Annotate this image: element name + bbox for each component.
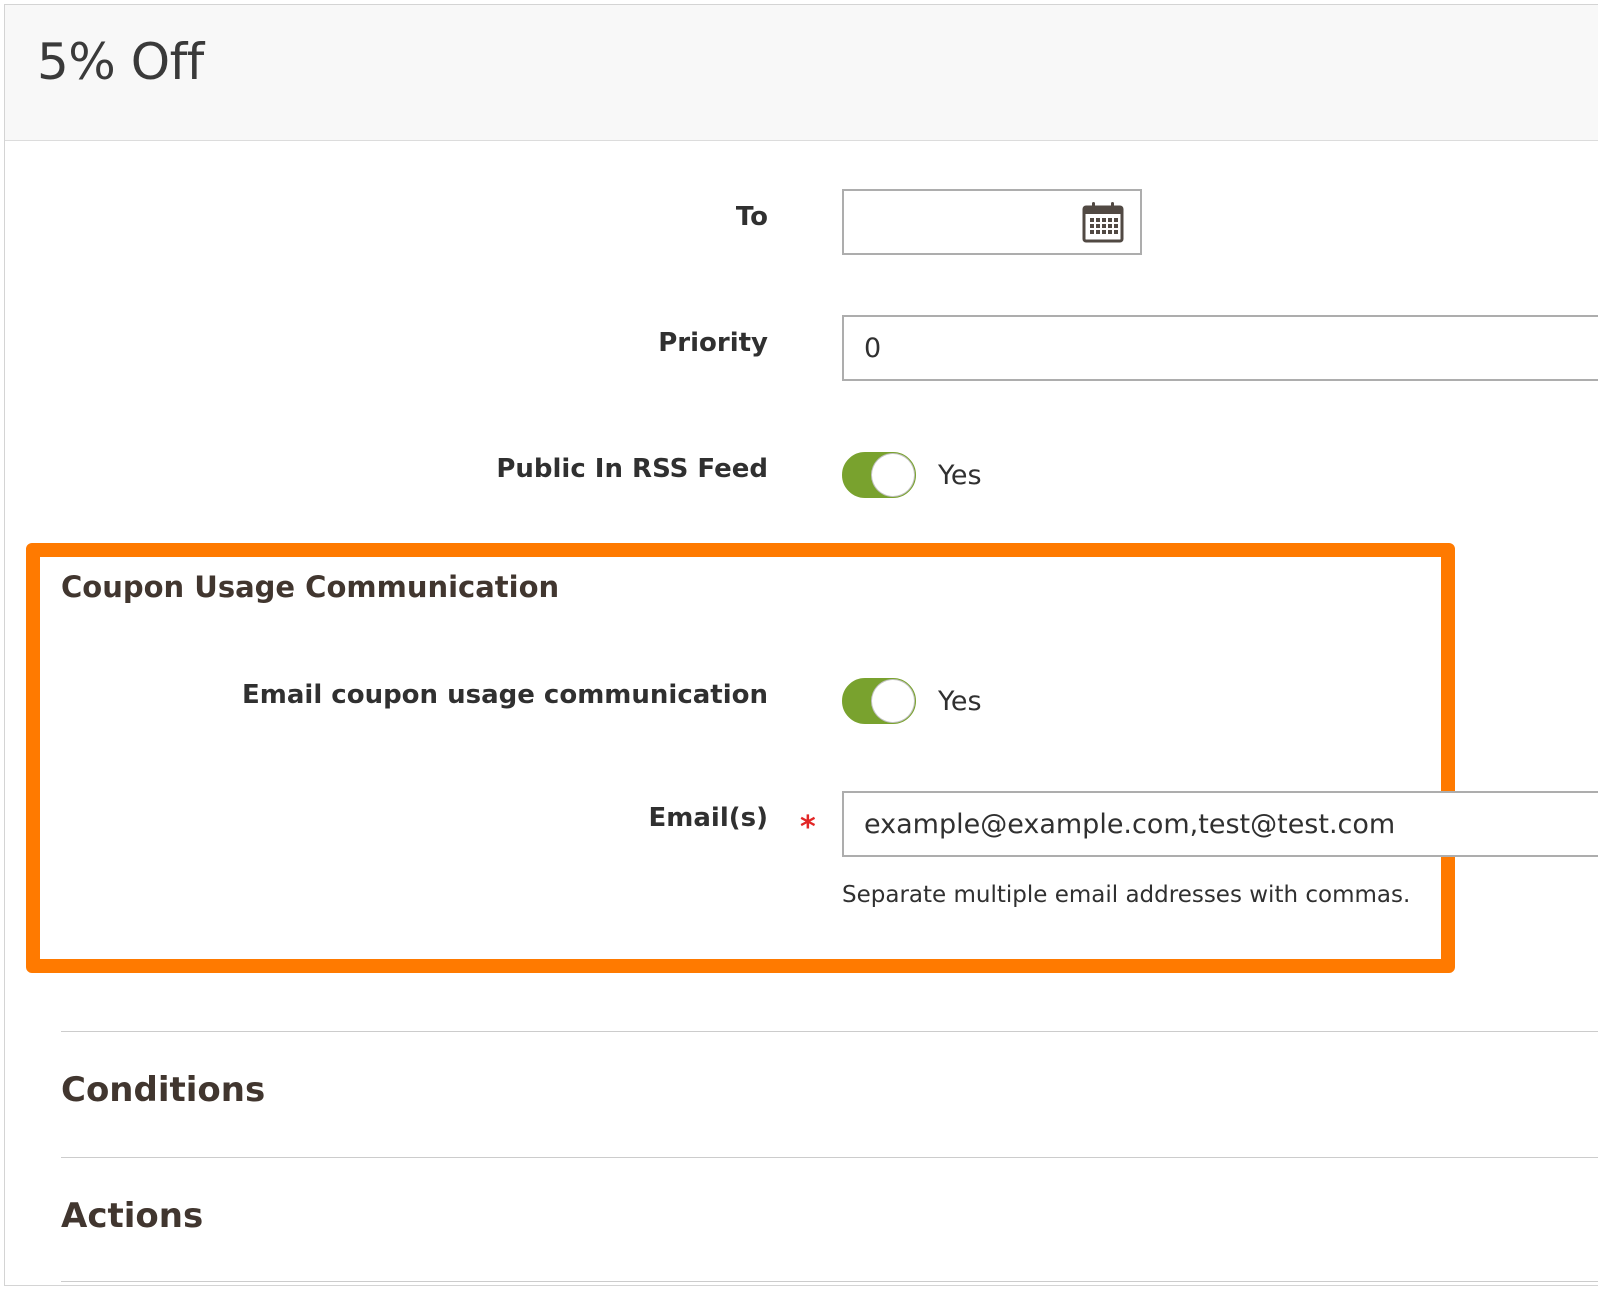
page-header: 5% Off bbox=[5, 5, 1598, 141]
email-coupon-usage-toggle[interactable] bbox=[842, 678, 916, 724]
calendar-icon[interactable] bbox=[1082, 201, 1124, 243]
rss-feed-toggle[interactable] bbox=[842, 452, 916, 498]
conditions-section-title: Conditions bbox=[61, 1070, 266, 1110]
priority-input[interactable] bbox=[842, 315, 1598, 381]
rss-feed-toggle-state: Yes bbox=[938, 459, 982, 491]
emails-field-note: Separate multiple email addresses with c… bbox=[842, 882, 1411, 908]
page-title: 5% Off bbox=[37, 33, 204, 91]
emails-input[interactable] bbox=[842, 791, 1598, 857]
to-date-field[interactable] bbox=[842, 189, 1142, 255]
toggle-knob bbox=[872, 454, 914, 496]
actions-section-title: Actions bbox=[61, 1196, 204, 1236]
email-coupon-usage-toggle-state: Yes bbox=[938, 685, 982, 717]
coupon-usage-section-title: Coupon Usage Communication bbox=[61, 570, 560, 604]
emails-label: Email(s) bbox=[648, 803, 768, 833]
actions-section-toggle[interactable]: Actions bbox=[61, 1157, 1598, 1281]
rss-feed-label: Public In RSS Feed bbox=[496, 454, 768, 484]
conditions-section-toggle[interactable]: Conditions bbox=[61, 1031, 1598, 1157]
highlight-annotation-box bbox=[26, 543, 1455, 973]
email-coupon-usage-toggle-group: Yes bbox=[842, 678, 982, 724]
priority-label: Priority bbox=[658, 328, 768, 358]
email-coupon-usage-label: Email coupon usage communication bbox=[242, 680, 768, 710]
required-marker: * bbox=[800, 810, 816, 845]
toggle-knob bbox=[872, 680, 914, 722]
section-divider bbox=[61, 1281, 1598, 1282]
to-date-label: To bbox=[735, 202, 768, 232]
rss-feed-toggle-group: Yes bbox=[842, 452, 982, 498]
